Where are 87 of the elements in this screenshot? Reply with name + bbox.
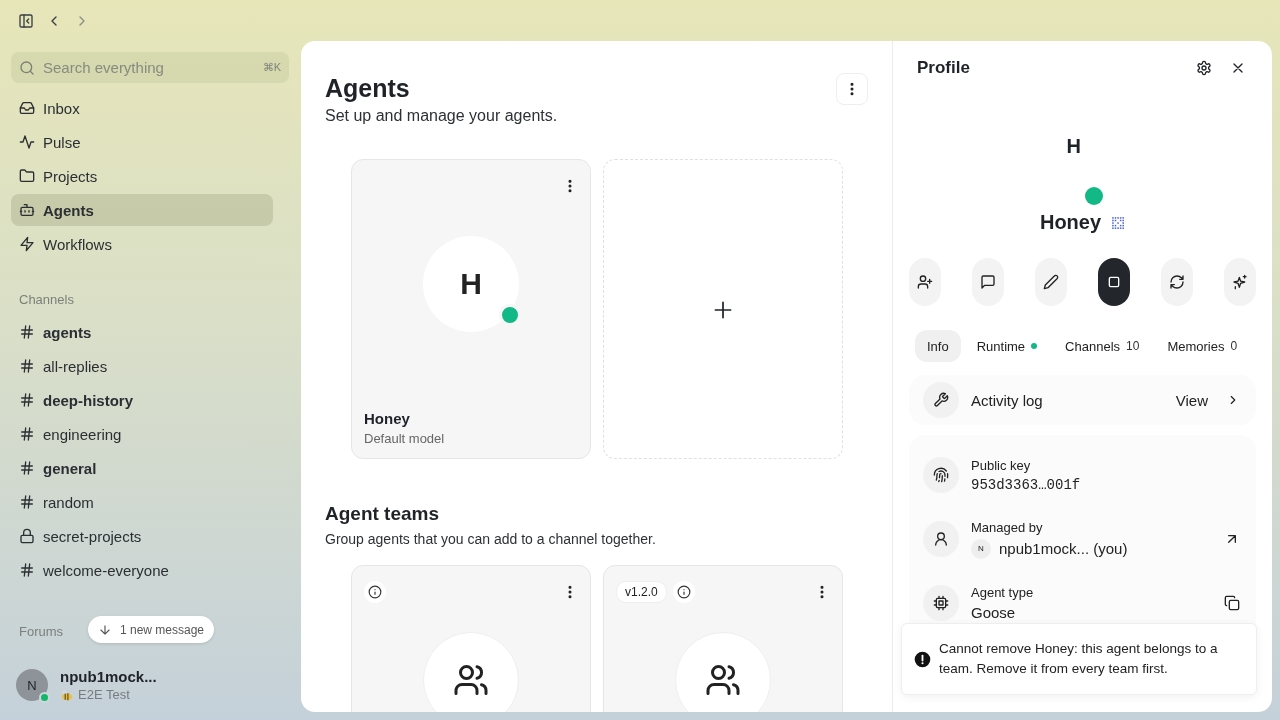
- sidebar-item[interactable]: Agents: [11, 194, 273, 226]
- hash-icon: [19, 392, 35, 408]
- channel-item[interactable]: deep-history: [11, 383, 273, 417]
- add-user-button[interactable]: [909, 258, 941, 306]
- sidebar-item[interactable]: Pulse: [11, 126, 273, 158]
- pulse-icon: [19, 134, 35, 150]
- robot-icon: [19, 202, 35, 218]
- page-title: Agents: [325, 73, 411, 103]
- hash-icon: [19, 494, 35, 510]
- shortcut-hint: ⌘K: [262, 61, 281, 74]
- section-heading: Channels: [18, 291, 75, 309]
- agent-card[interactable]: H Honey Default model: [351, 159, 591, 459]
- user-name: npub1mock...: [60, 668, 157, 685]
- page-subtitle: Set up and manage your agents.: [325, 107, 558, 125]
- lock-icon: [19, 528, 35, 544]
- new-message-button[interactable]: 1 new message: [88, 616, 215, 643]
- channel-item[interactable]: welcome-everyone: [11, 553, 273, 587]
- users-icon: [453, 662, 489, 698]
- agent-avatar: H: [423, 236, 519, 332]
- search-icon: [19, 60, 35, 76]
- team-card[interactable]: v1.2.0: [603, 565, 843, 712]
- agent-model: Default model: [364, 431, 446, 446]
- sidebar-item[interactable]: Projects: [11, 160, 273, 192]
- agent-avatar: H: [1065, 134, 1082, 159]
- hash-icon: [19, 426, 35, 442]
- sparkles-button[interactable]: [1224, 258, 1256, 306]
- message-button[interactable]: [972, 258, 1004, 306]
- section-subtitle: Group agents that you can add to a channel together.: [325, 531, 657, 547]
- detail-value: npub1mock... (you): [999, 540, 1128, 557]
- hash-icon: [19, 358, 35, 374]
- version-badge: v1.2.0: [616, 581, 667, 603]
- channel-item[interactable]: all-replies: [11, 349, 273, 383]
- pencil-button[interactable]: [1035, 258, 1067, 306]
- channel-item[interactable]: secret-projects: [11, 519, 273, 553]
- inbox-icon: [19, 100, 35, 116]
- detail-label: Public key: [971, 457, 1032, 473]
- folder-icon: [19, 168, 35, 184]
- copy-icon[interactable]: [1224, 595, 1240, 611]
- sidebar-item[interactable]: Inbox: [11, 92, 273, 124]
- add-user-icon: [917, 274, 933, 290]
- sidebar-toggle-icon[interactable]: [18, 12, 34, 29]
- grid-icon: [1111, 215, 1126, 230]
- settings-icon[interactable]: [1196, 60, 1212, 76]
- hash-icon: [19, 460, 35, 476]
- wrench-icon: [933, 392, 949, 408]
- fingerprint-icon: [933, 467, 949, 483]
- panel-title: Profile: [917, 58, 970, 78]
- stop-icon: [1106, 274, 1122, 290]
- agent-name: Honey: [364, 410, 411, 427]
- refresh-icon: [1169, 274, 1185, 290]
- chip-icon: [933, 595, 949, 611]
- sparkles-icon: [1232, 274, 1248, 290]
- toast-message: Cannot remove Honey: this agent belongs to a team. Remove it from every team first.: [939, 640, 1219, 678]
- user-avatar: N: [971, 538, 991, 559]
- status-text: E2E Test: [78, 687, 130, 702]
- channel-item[interactable]: general: [11, 451, 273, 485]
- section-title: Agent teams: [325, 503, 441, 525]
- stop-button[interactable]: [1098, 258, 1130, 306]
- person-icon: [933, 531, 949, 547]
- info-icon[interactable]: [364, 581, 386, 603]
- tab[interactable]: Info: [915, 330, 961, 362]
- alert-icon: [914, 650, 931, 668]
- activity-log-row[interactable]: Activity log View: [909, 375, 1256, 425]
- users-icon: [705, 662, 741, 698]
- channel-item[interactable]: agents: [11, 315, 273, 349]
- pencil-icon: [1043, 274, 1059, 290]
- tab[interactable]: Memories 0: [1155, 330, 1250, 362]
- refresh-button[interactable]: [1161, 258, 1193, 306]
- section-heading: Forums: [18, 623, 64, 641]
- arrow-down-icon: [98, 622, 112, 637]
- sidebar-item[interactable]: Workflows: [11, 228, 273, 260]
- channel-item[interactable]: engineering: [11, 417, 273, 451]
- detail-label: Managed by: [971, 519, 1044, 535]
- info-icon[interactable]: [672, 581, 695, 603]
- user-avatar[interactable]: N: [16, 669, 48, 701]
- lightning-icon: [19, 236, 35, 252]
- detail-label: Agent type: [971, 585, 1034, 600]
- bee-icon: [60, 687, 74, 702]
- tab[interactable]: Channels 10: [1053, 330, 1152, 362]
- message-icon: [980, 274, 996, 290]
- detail-value: Goose: [971, 604, 1016, 621]
- tab[interactable]: Runtime: [964, 330, 1050, 362]
- agent-name: Honey: [1039, 211, 1102, 234]
- detail-value: 953d3363…001f: [971, 476, 1081, 493]
- channel-item[interactable]: random: [11, 485, 273, 519]
- hash-icon: [19, 324, 35, 340]
- hash-icon: [19, 562, 35, 578]
